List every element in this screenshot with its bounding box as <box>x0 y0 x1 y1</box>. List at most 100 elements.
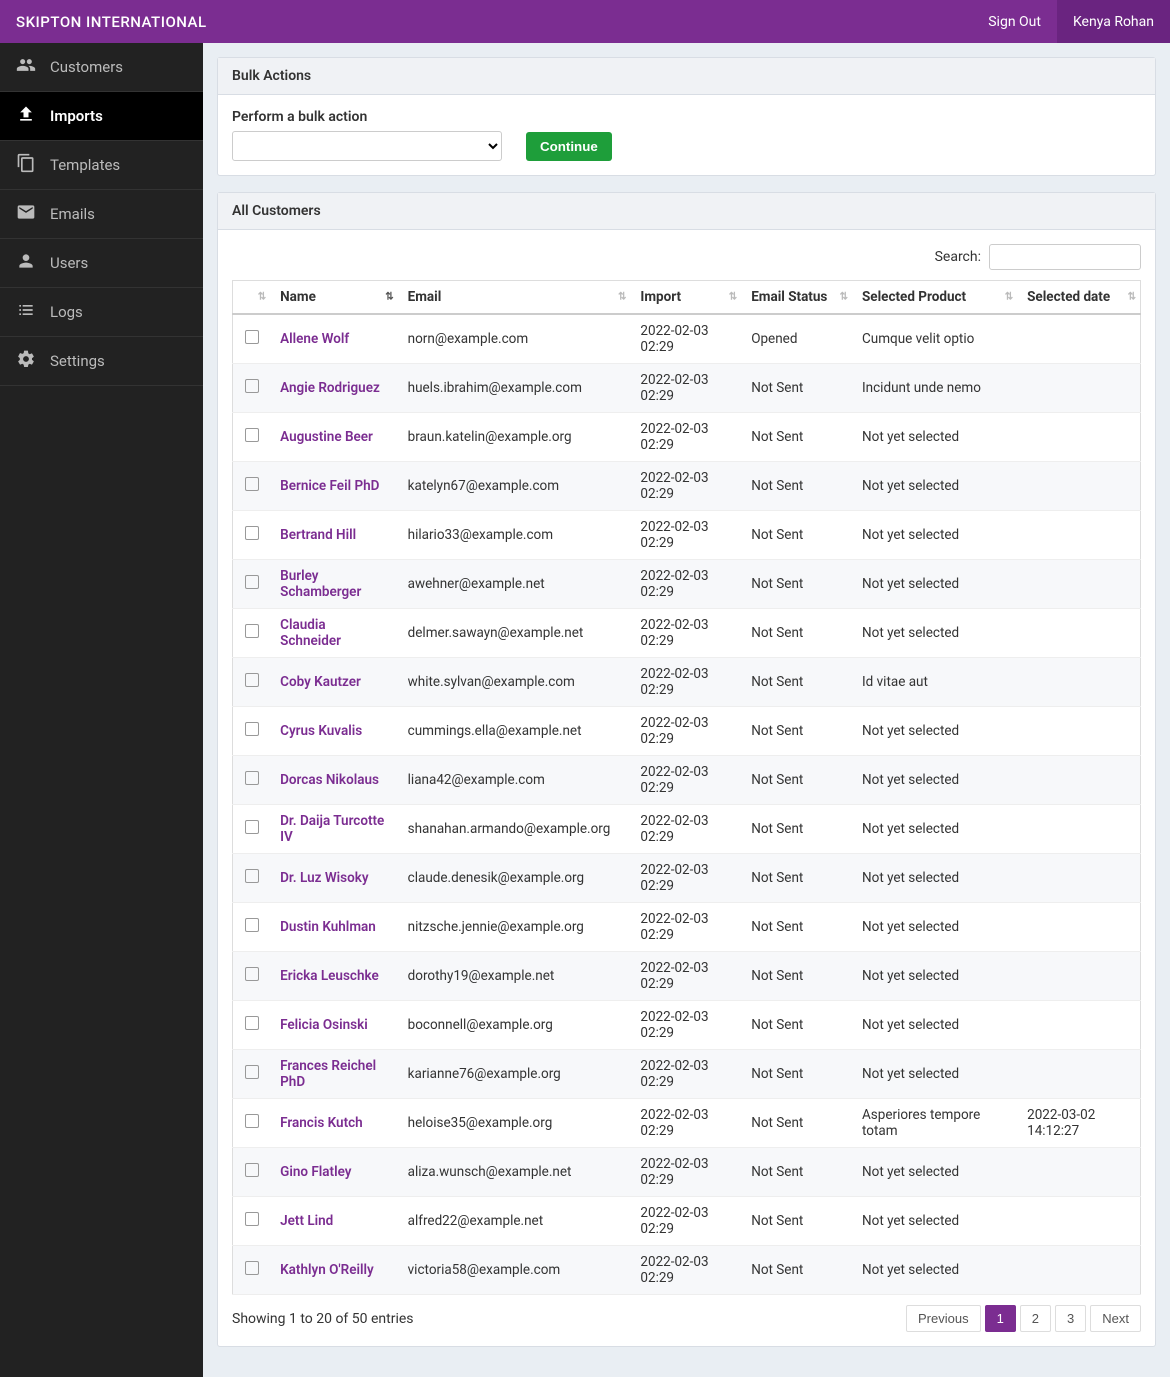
cell-import: 2022-02-03 02:29 <box>630 314 741 364</box>
customer-name-link[interactable]: Allene Wolf <box>280 331 349 347</box>
customer-name-link[interactable]: Burley Schamberger <box>280 568 361 600</box>
row-checkbox[interactable] <box>245 428 259 442</box>
sidebar-item-logs[interactable]: Logs <box>0 288 203 337</box>
user-menu[interactable]: Kenya Rohan <box>1057 0 1170 43</box>
row-checkbox[interactable] <box>245 624 259 638</box>
column-header-name[interactable]: Name⇅ <box>270 281 398 315</box>
cell-email: awehner@example.net <box>398 560 631 609</box>
cell-status: Not Sent <box>741 658 852 707</box>
column-header-email-status[interactable]: Email Status⇅ <box>741 281 852 315</box>
cell-email: aliza.wunsch@example.net <box>398 1148 631 1197</box>
sidebar-item-settings[interactable]: Settings <box>0 337 203 386</box>
row-checkbox[interactable] <box>245 477 259 491</box>
customer-name-link[interactable]: Coby Kautzer <box>280 674 361 690</box>
row-checkbox[interactable] <box>245 918 259 932</box>
list-icon <box>16 300 36 324</box>
sidebar-item-customers[interactable]: Customers <box>0 43 203 92</box>
customer-name-link[interactable]: Ericka Leuschke <box>280 968 379 984</box>
sidebar-item-label: Logs <box>50 303 83 321</box>
row-checkbox[interactable] <box>245 722 259 736</box>
customer-name-link[interactable]: Francis Kutch <box>280 1115 363 1131</box>
cell-import: 2022-02-03 02:29 <box>630 462 741 511</box>
continue-button[interactable]: Continue <box>526 132 612 161</box>
customer-name-link[interactable]: Cyrus Kuvalis <box>280 723 362 739</box>
cell-product: Id vitae aut <box>852 658 1017 707</box>
cell-import: 2022-02-03 02:29 <box>630 1246 741 1295</box>
customer-name-link[interactable]: Bertrand Hill <box>280 527 356 543</box>
table-row: Kathlyn O'Reillyvictoria58@example.com20… <box>233 1246 1141 1295</box>
customer-name-link[interactable]: Dr. Luz Wisoky <box>280 870 368 886</box>
row-checkbox[interactable] <box>245 1016 259 1030</box>
cell-import: 2022-02-03 02:29 <box>630 560 741 609</box>
cell-email: huels.ibrahim@example.com <box>398 364 631 413</box>
page-3-button[interactable]: 3 <box>1055 1305 1086 1332</box>
cell-import: 2022-02-03 02:29 <box>630 1050 741 1099</box>
cell-product: Incidunt unde nemo <box>852 364 1017 413</box>
cell-status: Not Sent <box>741 1197 852 1246</box>
row-checkbox[interactable] <box>245 673 259 687</box>
sidebar-item-templates[interactable]: Templates <box>0 141 203 190</box>
customer-name-link[interactable]: Frances Reichel PhD <box>280 1058 376 1090</box>
cell-email: karianne76@example.org <box>398 1050 631 1099</box>
prev-button[interactable]: Previous <box>906 1305 981 1332</box>
sort-icon: ⇅ <box>385 292 391 303</box>
customer-name-link[interactable]: Augustine Beer <box>280 429 373 445</box>
row-checkbox[interactable] <box>245 1065 259 1079</box>
cell-status: Not Sent <box>741 756 852 805</box>
column-header-checkbox[interactable]: ⇅ <box>233 281 271 315</box>
customer-name-link[interactable]: Kathlyn O'Reilly <box>280 1262 374 1278</box>
cell-product: Not yet selected <box>852 707 1017 756</box>
row-checkbox[interactable] <box>245 820 259 834</box>
table-row: Bertrand Hillhilario33@example.com2022-0… <box>233 511 1141 560</box>
cell-product: Cumque velit optio <box>852 314 1017 364</box>
sidebar-item-users[interactable]: Users <box>0 239 203 288</box>
customer-name-link[interactable]: Gino Flatley <box>280 1164 351 1180</box>
envelope-icon <box>16 202 36 226</box>
sort-icon: ⇅ <box>618 292 624 303</box>
sidebar-item-imports[interactable]: Imports <box>0 92 203 141</box>
cell-product: Not yet selected <box>852 1050 1017 1099</box>
column-header-import[interactable]: Import⇅ <box>630 281 741 315</box>
bulk-action-select[interactable] <box>232 131 502 161</box>
row-checkbox[interactable] <box>245 526 259 540</box>
cell-status: Not Sent <box>741 560 852 609</box>
column-header-email[interactable]: Email⇅ <box>398 281 631 315</box>
cell-date <box>1017 756 1140 805</box>
row-checkbox[interactable] <box>245 1212 259 1226</box>
customer-name-link[interactable]: Bernice Feil PhD <box>280 478 379 494</box>
row-checkbox[interactable] <box>245 1163 259 1177</box>
customer-name-link[interactable]: Claudia Schneider <box>280 617 341 649</box>
row-checkbox[interactable] <box>245 1114 259 1128</box>
page-1-button[interactable]: 1 <box>985 1305 1016 1332</box>
customer-name-link[interactable]: Dustin Kuhlman <box>280 919 376 935</box>
customer-name-link[interactable]: Dorcas Nikolaus <box>280 772 379 788</box>
customer-name-link[interactable]: Felicia Osinski <box>280 1017 368 1033</box>
customer-name-link[interactable]: Jett Lind <box>280 1213 333 1229</box>
next-button[interactable]: Next <box>1090 1305 1141 1332</box>
signout-link[interactable]: Sign Out <box>972 0 1057 43</box>
column-header-selected-date[interactable]: Selected date⇅ <box>1017 281 1140 315</box>
row-checkbox[interactable] <box>245 1261 259 1275</box>
cell-email: liana42@example.com <box>398 756 631 805</box>
row-checkbox[interactable] <box>245 575 259 589</box>
customer-name-link[interactable]: Dr. Daija Turcotte IV <box>280 813 384 845</box>
row-checkbox[interactable] <box>245 771 259 785</box>
customer-name-link[interactable]: Angie Rodriguez <box>280 380 380 396</box>
cell-status: Not Sent <box>741 854 852 903</box>
row-checkbox[interactable] <box>245 869 259 883</box>
page-2-button[interactable]: 2 <box>1020 1305 1051 1332</box>
column-header-selected-product[interactable]: Selected Product⇅ <box>852 281 1017 315</box>
row-checkbox[interactable] <box>245 967 259 981</box>
row-checkbox[interactable] <box>245 330 259 344</box>
cell-import: 2022-02-03 02:29 <box>630 1197 741 1246</box>
row-checkbox[interactable] <box>245 379 259 393</box>
table-row: Felicia Osinskiboconnell@example.org2022… <box>233 1001 1141 1050</box>
table-row: Burley Schamberger awehner@example.net202… <box>233 560 1141 609</box>
cell-product: Not yet selected <box>852 413 1017 462</box>
table-row: Augustine Beerbraun.katelin@example.org2… <box>233 413 1141 462</box>
sidebar-item-emails[interactable]: Emails <box>0 190 203 239</box>
cell-status: Not Sent <box>741 1246 852 1295</box>
cell-email: norn@example.com <box>398 314 631 364</box>
cell-import: 2022-02-03 02:29 <box>630 364 741 413</box>
search-input[interactable] <box>989 244 1141 270</box>
